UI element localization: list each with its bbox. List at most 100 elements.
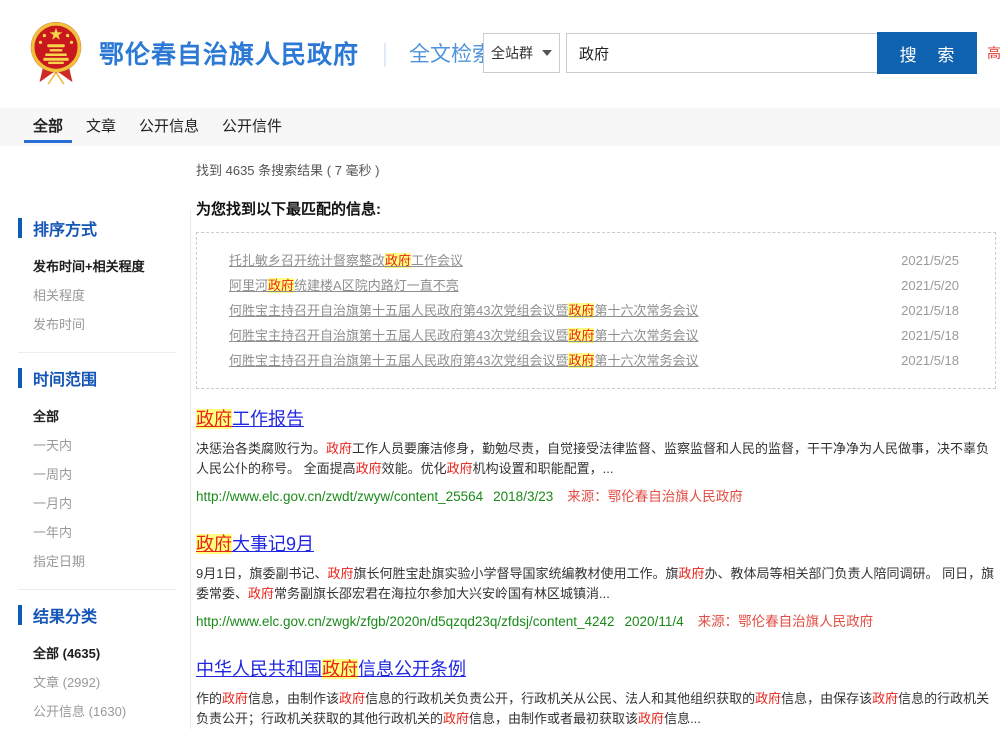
text-segment: 工作报告 [232, 409, 304, 429]
search-button[interactable]: 搜 索 [877, 32, 977, 74]
sidebar-item-sort-1[interactable]: 相关程度 [0, 281, 190, 310]
result-source: 来源：鄂伦春自治旗人民政府 [567, 489, 743, 504]
text-segment: 信息的行政机关负责公开，行政机关从公民、法人和其他组织获取的 [365, 691, 755, 706]
text-segment: 效能。优化 [382, 461, 447, 476]
matched-link[interactable]: 托扎敏乡召开统计督察整改政府工作会议 [229, 248, 463, 273]
result-type-tabs: 全部文章公开信息公开信件 [0, 108, 1000, 146]
result-url-line: http://www.elc.gov.cn/zwgk/zfgb/2020n/d5… [196, 610, 996, 630]
search-results-page: 鄂伦春自治旗人民政府 ｜ 全文检索 全站群 搜 索 高 全部文章公开信息公开信件… [0, 0, 1000, 729]
tab-public-info[interactable]: 公开信息 [130, 108, 208, 143]
matched-link[interactable]: 何胜宝主持召开自治旗第十五届人民政府第43次党组会议暨政府第十六次常务会议 [229, 348, 699, 373]
results-list: 政府工作报告决惩治各类腐败行为。政府工作人员要廉洁修身，勤勉尽责，自觉接受法律监… [196, 408, 996, 729]
result-date: 2020/11/4 [625, 614, 684, 629]
sidebar-divider [18, 589, 176, 590]
sidebar-section-heading-sort: 排序方式 [18, 216, 190, 240]
sidebar-section-title: 结果分类 [33, 603, 97, 627]
tab-all[interactable]: 全部 [24, 108, 72, 143]
text-segment: 工作会议 [411, 253, 463, 268]
matched-date: 2021/5/18 [901, 298, 959, 323]
text-segment: 第十六次常务会议 [594, 353, 698, 368]
result-title-link[interactable]: 政府工作报告 [196, 409, 304, 429]
sidebar-item-sort-2[interactable]: 发布时间 [0, 310, 190, 339]
text-segment: 阿里河 [229, 278, 268, 293]
keyword-highlight: 政府 [385, 253, 411, 268]
text-segment: 机构设置和职能配置，... [473, 461, 614, 476]
sidebar-item-category-0[interactable]: 全部 (4635) [0, 639, 190, 668]
matched-row: 何胜宝主持召开自治旗第十五届人民政府第43次党组会议暨政府第十六次常务会议202… [229, 323, 959, 348]
advanced-search-link[interactable]: 高 [987, 43, 1000, 63]
text-segment: 托扎敏乡召开统计督察整改 [229, 253, 385, 268]
tab-article[interactable]: 文章 [77, 108, 125, 143]
result-url-line: http://www.elc.gov.cn/zwdt/zwyw/content_… [196, 485, 996, 505]
filter-sidebar: 排序方式发布时间+相关程度相关程度发布时间时间范围全部一天内一周内一月内一年内指… [0, 210, 191, 729]
keyword-highlight: 政府 [568, 353, 594, 368]
text-segment: 信息，由保存该 [781, 691, 872, 706]
text-segment: 何胜宝主持召开自治旗第十五届人民政府第43次党组会议暨 [229, 328, 568, 343]
sidebar-section-title: 时间范围 [33, 366, 97, 390]
result-snippet: 9月1日，旗委副书记、政府旗长何胜宝赴旗实验小学督导国家统编教材使用工作。旗政府… [196, 564, 996, 604]
keyword-highlight: 政府 [327, 566, 353, 581]
sidebar-item-category-1[interactable]: 文章 (2992) [0, 668, 190, 697]
result-url[interactable]: http://www.elc.gov.cn/zwgk/zfgb/2020n/d5… [196, 614, 615, 629]
sidebar-item-time-2[interactable]: 一周内 [0, 460, 190, 489]
keyword-highlight: 政府 [268, 278, 294, 293]
search-input[interactable] [566, 33, 877, 73]
matched-link[interactable]: 何胜宝主持召开自治旗第十五届人民政府第43次党组会议暨政府第十六次常务会议 [229, 298, 699, 323]
sidebar-item-time-0[interactable]: 全部 [0, 402, 190, 431]
result-url[interactable]: http://www.elc.gov.cn/zwdt/zwyw/content_… [196, 489, 483, 504]
sidebar-accent-bar [18, 605, 22, 625]
sidebar-item-time-4[interactable]: 一年内 [0, 518, 190, 547]
sidebar-section-heading-category: 结果分类 [18, 603, 190, 627]
matched-link[interactable]: 何胜宝主持召开自治旗第十五届人民政府第43次党组会议暨政府第十六次常务会议 [229, 323, 699, 348]
matched-date: 2021/5/18 [901, 348, 959, 373]
keyword-highlight: 政府 [196, 534, 232, 554]
keyword-highlight: 政府 [638, 711, 664, 726]
sidebar-item-category-2[interactable]: 公开信息 (1630) [0, 697, 190, 726]
text-segment: 作的 [196, 691, 222, 706]
result-title-link[interactable]: 中华人民共和国政府信息公开条例 [196, 659, 466, 679]
text-segment: 信息... [664, 711, 701, 726]
matched-row: 阿里河政府统建楼A区院内路灯一直不亮2021/5/20 [229, 273, 959, 298]
keyword-highlight: 政府 [679, 566, 705, 581]
matched-row: 何胜宝主持召开自治旗第十五届人民政府第43次党组会议暨政府第十六次常务会议 202… [229, 348, 959, 373]
tab-public-letter[interactable]: 公开信件 [213, 108, 291, 143]
text-segment: 信息，由制作或者最初获取该 [469, 711, 638, 726]
keyword-highlight: 政府 [222, 691, 248, 706]
matched-date: 2021/5/25 [901, 248, 959, 273]
keyword-highlight: 政府 [568, 328, 594, 343]
search-scope-select[interactable]: 全站群 [483, 33, 560, 73]
text-segment: 中华人民共和国 [196, 659, 322, 679]
keyword-highlight: 政府 [322, 659, 358, 679]
sidebar-item-time-1[interactable]: 一天内 [0, 431, 190, 460]
matched-row: 何胜宝主持召开自治旗第十五届人民政府第43次党组会议暨政府第十六次常务会议 202… [229, 298, 959, 323]
matched-row: 托扎敏乡召开统计督察整改政府工作会议 2021/5/25 [229, 248, 959, 273]
result-snippet: 作的政府信息，由制作该政府信息的行政机关负责公开，行政机关从公民、法人和其他组织… [196, 689, 996, 729]
matched-link[interactable]: 阿里河政府统建楼A区院内路灯一直不亮 [229, 273, 459, 298]
keyword-highlight: 政府 [872, 691, 898, 706]
site-subtitle: 全文检索 [409, 38, 493, 68]
text-segment: 旗长何胜宝赴旗实验小学督导国家统编教材使用工作。旗 [353, 566, 678, 581]
keyword-highlight: 政府 [196, 409, 232, 429]
sidebar-item-time-3[interactable]: 一月内 [0, 489, 190, 518]
search-result: 政府大事记9月 9月1日，旗委副书记、政府旗长何胜宝赴旗实验小学督导国家统编教材使… [196, 533, 996, 630]
keyword-highlight: 政府 [755, 691, 781, 706]
sidebar-item-sort-0[interactable]: 发布时间+相关程度 [0, 252, 190, 281]
result-title: 政府工作报告 [196, 408, 996, 430]
matched-box: 托扎敏乡召开统计督察整改政府工作会议2021/5/25阿里河政府统建楼A区院内路… [196, 232, 996, 389]
text-segment: 常务副旗长邵宏君在海拉尔参加大兴安岭国有林区城镇消... [274, 586, 610, 601]
text-segment: 决惩治各类腐败行为。 [196, 441, 326, 456]
keyword-highlight: 政府 [568, 303, 594, 318]
text-segment: 何胜宝主持召开自治旗第十五届人民政府第43次党组会议暨 [229, 353, 568, 368]
sidebar-item-time-5[interactable]: 指定日期 [0, 547, 190, 576]
chevron-down-icon [542, 50, 552, 56]
results-meta: 找到 4635 条搜索结果 ( 7 毫秒 ) [196, 160, 379, 179]
text-segment: 统建楼A区院内路灯一直不亮 [294, 278, 459, 293]
result-snippet: 决惩治各类腐败行为。政府工作人员要廉洁修身，勤勉尽责，自觉接受法律监督、监察监督… [196, 439, 996, 479]
text-segment: 第十六次常务会议 [594, 303, 698, 318]
search-bar: 全站群 搜 索 高 [483, 32, 1000, 74]
result-title-link[interactable]: 政府大事记9月 [196, 534, 314, 554]
national-emblem-logo [25, 20, 87, 86]
result-title: 政府大事记9月 [196, 533, 996, 555]
text-segment: 信息公开条例 [358, 659, 466, 679]
site-title: 鄂伦春自治旗人民政府 [99, 35, 359, 71]
